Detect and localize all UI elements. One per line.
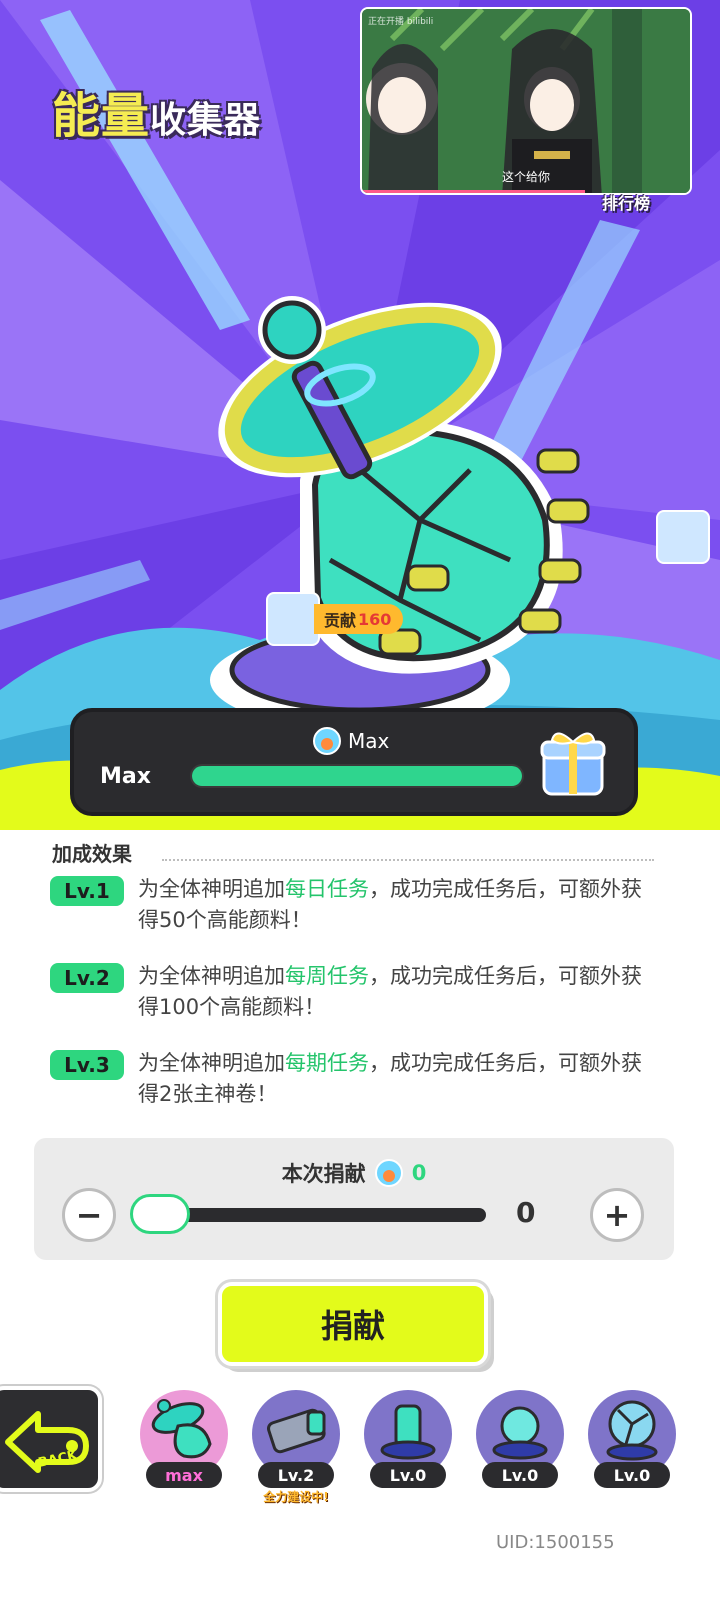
building-level-badge: max [146,1462,222,1488]
contribution-tag: 贡献 160 [266,592,416,646]
increase-button[interactable]: + [590,1188,644,1242]
contribution-value: 160 [358,609,392,629]
minus-icon: − [75,1196,103,1234]
building-level-badge: Lv.0 [370,1462,446,1488]
donation-title: 本次捐献 [281,1162,366,1186]
level-progress-panel: Max Max [70,708,638,816]
donation-slider-value: 0 [516,1196,536,1229]
level-badge: Lv.3 [50,1050,124,1080]
satellite-dish-icon [151,1399,212,1459]
decrease-button[interactable]: − [62,1188,116,1242]
building-level-badge: Lv.0 [594,1462,670,1488]
level-text-pre: 为全体神明追加 [138,964,285,988]
building-cannon[interactable]: Lv.2 全力建设中! [246,1390,346,1504]
level-description: 为全体神明追加每周任务，成功完成任务后，可额外获得100个高能颜料！ [138,961,658,1023]
contribution-label: 贡献 [324,611,357,630]
progress-max-top-text: Max [348,729,390,753]
video-caption: 这个给你 [501,170,550,184]
building-fan[interactable]: Lv.0 [582,1390,682,1500]
building-orb[interactable]: Lv.0 [470,1390,570,1500]
building-energy-collector[interactable]: max [134,1390,234,1500]
video-watermark: 正在开播 bilibili [368,17,434,27]
level-badge: Lv.2 [50,963,124,993]
progress-max-left-text: Max [100,764,151,789]
gift-box-icon[interactable] [538,728,608,800]
progress-top-label: Max [312,726,389,756]
bonus-divider [162,859,654,861]
video-overlay[interactable]: 正在开播 bilibili 这个给你 [360,7,692,195]
bonus-level-1: Lv.1 为全体神明追加每日任务，成功完成任务后，可额外获得50个高能颜料！ [50,874,670,936]
back-arrow-icon [5,1411,89,1473]
level-text-highlight: 每日任务 [285,877,369,901]
level-text-pre: 为全体神明追加 [138,877,285,901]
donation-slider-thumb[interactable] [130,1194,190,1234]
level-text-highlight: 每周任务 [285,964,369,988]
cannon-icon [267,1408,326,1454]
progress-track [190,764,524,788]
level-description: 为全体神明追加每日任务，成功完成任务后，可额外获得50个高能颜料！ [138,874,658,936]
user-id-label: UID:1500155 [496,1532,615,1553]
bonus-level-2: Lv.2 为全体神明追加每周任务，成功完成任务后，可额外获得100个高能颜料！ [50,961,670,1023]
tower-icon [380,1404,436,1460]
bonus-level-3: Lv.3 为全体神明追加每期任务，成功完成任务后，可额外获得2张主神卷！ [50,1048,670,1110]
contribution-pill: 贡献 160 [314,604,404,634]
contributor-avatar-side[interactable] [656,510,710,564]
level-description: 为全体神明追加每期任务，成功完成任务后，可额外获得2张主神卷！ [138,1048,658,1110]
progress-fill [192,766,522,786]
donation-panel: 本次捐献 0 − 0 + [34,1138,674,1260]
page-title: 能量收集器 [52,76,261,146]
energy-capsule-icon [374,1159,403,1187]
donation-amount: 0 [411,1161,427,1185]
energy-capsule-icon [313,727,341,755]
hero-area: 能量收集器 正在开播 bilibili 这个给你 排行榜 贡献 160 [0,0,720,830]
building-level-badge: Lv.0 [482,1462,558,1488]
plus-icon: + [603,1196,631,1234]
level-text-highlight: 每期任务 [285,1051,369,1075]
title-small-text: 收集器 [150,100,262,141]
building-status-tag: 全力建设中! [263,1490,329,1504]
level-badge: Lv.1 [50,876,124,906]
donate-button[interactable]: 捐献 [218,1282,488,1366]
fan-icon [606,1400,658,1461]
building-capsule-tower[interactable]: Lv.0 [358,1390,458,1500]
contributor-avatar[interactable] [266,592,320,646]
bonus-heading: 加成效果 [52,842,132,866]
orb-icon [492,1406,548,1460]
building-level-badge: Lv.2 [258,1462,334,1488]
level-text-pre: 为全体神明追加 [138,1051,285,1075]
ranking-button[interactable]: 排行榜 [602,190,650,214]
title-big-text: 能量 [52,88,151,144]
back-button[interactable]: BACK [0,1386,102,1492]
video-progress-bar [362,190,586,193]
donation-title-row: 本次捐献 0 [34,1158,674,1188]
